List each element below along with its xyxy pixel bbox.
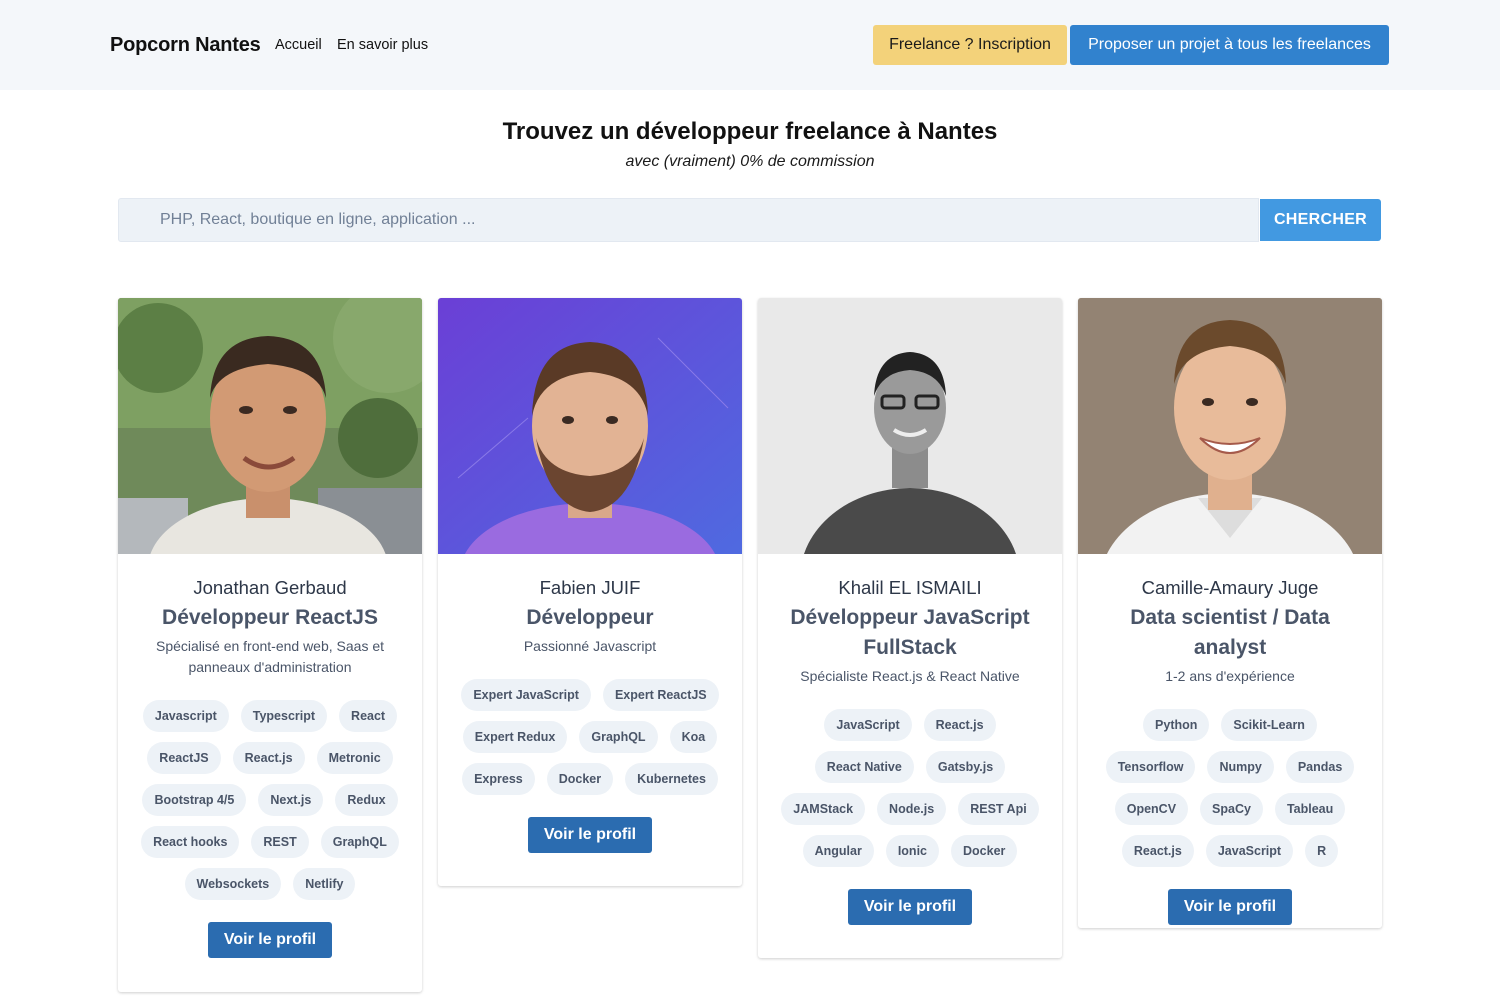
top-navbar: Popcorn Nantes Accueil En savoir plus Fr… bbox=[0, 0, 1500, 90]
search-bar: CHERCHER bbox=[118, 198, 1382, 242]
freelancer-photo bbox=[118, 298, 422, 554]
page-title: Trouvez un développeur freelance à Nante… bbox=[502, 118, 998, 145]
freelancer-photo bbox=[758, 298, 1062, 554]
freelancer-card: Jonathan Gerbaud Développeur ReactJS Spé… bbox=[118, 298, 422, 992]
freelancer-name: Khalil EL ISMAILI bbox=[838, 577, 982, 598]
skill-tag: Expert JavaScript bbox=[461, 679, 591, 711]
skill-tag: JavaScript bbox=[824, 709, 912, 741]
skill-tag: React Native bbox=[814, 751, 914, 783]
view-profile-button[interactable]: Voir le profil bbox=[1167, 889, 1293, 925]
search-input[interactable] bbox=[118, 198, 1259, 242]
skill-tag: Typescript bbox=[240, 700, 328, 732]
freelancer-role: Développeur JavaScript FullStack bbox=[790, 606, 1030, 659]
skill-tag: GraphQL bbox=[579, 721, 658, 753]
freelancer-photo bbox=[438, 298, 742, 554]
skill-tag: GraphQL bbox=[320, 826, 399, 858]
skill-tag: REST bbox=[251, 826, 309, 858]
skill-tag: React.js bbox=[1121, 835, 1194, 867]
skill-tag: React.js bbox=[232, 742, 305, 774]
propose-project-button[interactable]: Proposer un projet à tous les freelances bbox=[1070, 25, 1389, 65]
freelancer-card: Camille-Amaury Juge Data scientist / Dat… bbox=[1078, 298, 1382, 928]
search-button[interactable]: CHERCHER bbox=[1260, 199, 1381, 241]
freelancer-photo bbox=[1078, 298, 1382, 554]
skill-tag: Express bbox=[462, 763, 535, 795]
skill-tag: JAMStack bbox=[781, 793, 866, 825]
skill-tags: Expert JavaScript Expert ReactJS Expert … bbox=[450, 679, 730, 795]
view-profile-button[interactable]: Voir le profil bbox=[207, 922, 333, 958]
skill-tag: SpaCy bbox=[1200, 793, 1263, 825]
skill-tag: Scikit-Learn bbox=[1221, 709, 1317, 741]
skill-tags: Python Scikit-Learn Tensorflow Numpy Pan… bbox=[1090, 709, 1370, 867]
skill-tag: React.js bbox=[923, 709, 996, 741]
freelance-signup-button[interactable]: Freelance ? Inscription bbox=[873, 25, 1067, 65]
skill-tag: Tableau bbox=[1274, 793, 1346, 825]
view-profile-button[interactable]: Voir le profil bbox=[847, 889, 973, 925]
skill-tag: Ionic bbox=[885, 835, 939, 867]
freelancer-description: Spécialisé en front-end web, Saas et pan… bbox=[155, 638, 385, 675]
skill-tag: Bootstrap 4/5 bbox=[142, 784, 247, 816]
skill-tag: Angular bbox=[802, 835, 874, 867]
skill-tag: Websockets bbox=[184, 868, 282, 900]
freelancer-name: Jonathan Gerbaud bbox=[193, 577, 347, 598]
freelancer-name: Camille-Amaury Juge bbox=[1141, 577, 1319, 598]
freelancer-card: Khalil EL ISMAILI Développeur JavaScript… bbox=[758, 298, 1062, 958]
skill-tag: R bbox=[1305, 835, 1339, 867]
skill-tag: React bbox=[339, 700, 398, 732]
skill-tag: JavaScript bbox=[1205, 835, 1294, 867]
skill-tag: Expert Redux bbox=[462, 721, 568, 753]
skill-tag: Numpy bbox=[1207, 751, 1274, 783]
nav-link-en-savoir-plus[interactable]: En savoir plus bbox=[337, 37, 428, 53]
skill-tag: Javascript bbox=[142, 700, 229, 732]
skill-tag: Docker bbox=[546, 763, 614, 795]
skill-tag: Tensorflow bbox=[1105, 751, 1196, 783]
skill-tag: Gatsby.js bbox=[925, 751, 1006, 783]
freelancer-description: 1-2 ans d'expérience bbox=[1165, 668, 1295, 684]
skill-tags: JavaScript React.js React Native Gatsby.… bbox=[770, 709, 1050, 867]
freelancer-role: Développeur bbox=[526, 606, 654, 629]
skill-tag: ReactJS bbox=[147, 742, 221, 774]
skill-tag: REST Api bbox=[958, 793, 1039, 825]
view-profile-button[interactable]: Voir le profil bbox=[527, 817, 653, 853]
skill-tag: Node.js bbox=[877, 793, 947, 825]
nav-link-accueil[interactable]: Accueil bbox=[275, 37, 322, 53]
freelancer-name: Fabien JUIF bbox=[539, 577, 641, 598]
skill-tag: Next.js bbox=[258, 784, 324, 816]
skill-tag: Expert ReactJS bbox=[602, 679, 719, 711]
freelancer-role: Développeur ReactJS bbox=[162, 606, 378, 629]
skill-tag: Koa bbox=[669, 721, 718, 753]
skill-tag: React hooks bbox=[141, 826, 240, 858]
skill-tag: OpenCV bbox=[1114, 793, 1189, 825]
skill-tag: Docker bbox=[951, 835, 1018, 867]
freelancer-role: Data scientist / Data analyst bbox=[1130, 606, 1330, 659]
skill-tag: Python bbox=[1143, 709, 1210, 741]
freelancer-description: Spécialiste React.js & React Native bbox=[800, 668, 1020, 684]
skill-tag: Pandas bbox=[1285, 751, 1355, 783]
page-subtitle: avec (vraiment) 0% de commission bbox=[625, 153, 875, 170]
brand-logo-text[interactable]: Popcorn Nantes bbox=[110, 34, 261, 57]
skill-tag: Metronic bbox=[316, 742, 393, 774]
skill-tag: Redux bbox=[335, 784, 398, 816]
skill-tag: Kubernetes bbox=[625, 763, 718, 795]
freelancer-card: Fabien JUIF Développeur Passionné Javasc… bbox=[438, 298, 742, 886]
skill-tags: Javascript Typescript React ReactJS Reac… bbox=[130, 700, 410, 900]
freelancer-description: Passionné Javascript bbox=[523, 638, 657, 654]
skill-tag: Netlify bbox=[293, 868, 356, 900]
